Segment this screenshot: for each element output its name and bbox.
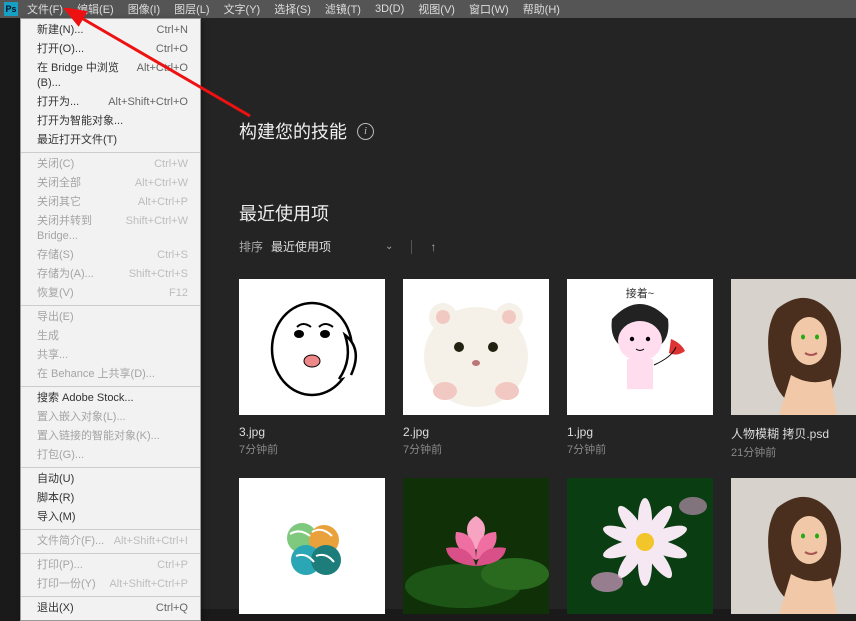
thumbnail bbox=[239, 279, 385, 415]
menu-item[interactable]: 在 Bridge 中浏览(B)...Alt+Ctrl+O bbox=[21, 59, 200, 93]
menu-view[interactable]: 视图(V) bbox=[413, 1, 460, 17]
file-name: 3.jpg bbox=[239, 425, 385, 439]
menu-item[interactable]: 导入(M) bbox=[21, 508, 200, 527]
menu-item: 关闭全部Alt+Ctrl+W bbox=[21, 174, 200, 193]
menu-item[interactable]: 搜索 Adobe Stock... bbox=[21, 389, 200, 408]
menu-item: 打印一份(Y)Alt+Shift+Ctrl+P bbox=[21, 575, 200, 594]
thumbnail bbox=[403, 478, 549, 614]
file-time: 7分钟前 bbox=[567, 441, 713, 457]
file-time: 21分钟前 bbox=[731, 444, 856, 460]
menu-item: 生成 bbox=[21, 327, 200, 346]
menu-item: 关闭(C)Ctrl+W bbox=[21, 155, 200, 174]
recent-card[interactable] bbox=[403, 478, 549, 614]
menu-item: 存储(S)Ctrl+S bbox=[21, 246, 200, 265]
file-name: 1.jpg bbox=[567, 425, 713, 439]
menu-item: 共享... bbox=[21, 346, 200, 365]
thumbnail: 接着~ bbox=[567, 279, 713, 415]
divider bbox=[411, 240, 412, 254]
thumbnail bbox=[731, 279, 856, 415]
thumbnail bbox=[731, 478, 856, 614]
menu-item: 关闭并转到 Bridge...Shift+Ctrl+W bbox=[21, 212, 200, 246]
skill-title: 构建您的技能 bbox=[239, 118, 347, 144]
sort-label: 排序 bbox=[239, 238, 263, 255]
menu-item: 打包(G)... bbox=[21, 446, 200, 465]
file-name: 2.jpg bbox=[403, 425, 549, 439]
menu-item: 关闭其它Alt+Ctrl+P bbox=[21, 193, 200, 212]
menu-item: 恢复(V)F12 bbox=[21, 284, 200, 303]
menu-3d[interactable]: 3D(D) bbox=[370, 3, 409, 15]
menu-item[interactable]: 自动(U) bbox=[21, 470, 200, 489]
menu-item: 导出(E) bbox=[21, 308, 200, 327]
menu-file[interactable]: 文件(F) bbox=[22, 1, 68, 17]
menu-item: 打印(P)...Ctrl+P bbox=[21, 556, 200, 575]
menu-item: 在 Behance 上共享(D)... bbox=[21, 365, 200, 384]
menu-select[interactable]: 选择(S) bbox=[269, 1, 316, 17]
menu-filter[interactable]: 滤镜(T) bbox=[320, 1, 366, 17]
menu-image[interactable]: 图像(I) bbox=[123, 1, 165, 17]
recent-card[interactable]: 2.jpg 7分钟前 bbox=[403, 279, 549, 460]
sort-select[interactable]: 最近使用项 ⌄ bbox=[271, 238, 393, 255]
sort-direction-icon[interactable]: ↑ bbox=[430, 240, 436, 254]
menu-window[interactable]: 窗口(W) bbox=[464, 1, 514, 17]
menu-item[interactable]: 打开为...Alt+Shift+Ctrl+O bbox=[21, 93, 200, 112]
file-time: 7分钟前 bbox=[403, 441, 549, 457]
recent-grid: 3.jpg 7分钟前 2.jpg 7分钟前 接着~ 1.jpg 7分钟前 人物模糊 拷贝.ps… bbox=[239, 279, 856, 614]
recent-card[interactable] bbox=[731, 478, 856, 614]
recent-card[interactable] bbox=[239, 478, 385, 614]
recent-card[interactable]: 3.jpg 7分钟前 bbox=[239, 279, 385, 460]
sort-row: 排序 最近使用项 ⌄ ↑ bbox=[239, 238, 856, 255]
menu-item[interactable]: 最近打开文件(T) bbox=[21, 131, 200, 150]
menubar: Ps 文件(F) 编辑(E) 图像(I) 图层(L) 文字(Y) 选择(S) 滤… bbox=[0, 0, 856, 18]
menu-layer[interactable]: 图层(L) bbox=[169, 1, 214, 17]
recent-card[interactable]: 接着~ 1.jpg 7分钟前 bbox=[567, 279, 713, 460]
app-icon: Ps bbox=[4, 2, 18, 16]
thumbnail bbox=[403, 279, 549, 415]
menu-item[interactable]: 新建(N)...Ctrl+N bbox=[21, 21, 200, 40]
menu-item[interactable]: 打开(O)...Ctrl+O bbox=[21, 40, 200, 59]
menu-type[interactable]: 文字(Y) bbox=[219, 1, 266, 17]
recent-title: 最近使用项 bbox=[239, 200, 856, 226]
menu-item: 文件简介(F)...Alt+Shift+Ctrl+I bbox=[21, 532, 200, 551]
menu-item[interactable]: 脚本(R) bbox=[21, 489, 200, 508]
file-time: 7分钟前 bbox=[239, 441, 385, 457]
menu-item[interactable]: 打开为智能对象... bbox=[21, 112, 200, 131]
menu-edit[interactable]: 编辑(E) bbox=[72, 1, 119, 17]
menu-item: 置入链接的智能对象(K)... bbox=[21, 427, 200, 446]
thumbnail bbox=[239, 478, 385, 614]
file-name: 人物模糊 拷贝.psd bbox=[731, 425, 856, 442]
recent-card[interactable]: 人物模糊 拷贝.psd 21分钟前 bbox=[731, 279, 856, 460]
svg-text:接着~: 接着~ bbox=[626, 286, 654, 300]
file-dropdown: 新建(N)...Ctrl+N打开(O)...Ctrl+O在 Bridge 中浏览… bbox=[20, 18, 201, 621]
menu-item: 存储为(A)...Shift+Ctrl+S bbox=[21, 265, 200, 284]
info-icon[interactable]: i bbox=[357, 123, 374, 140]
recent-card[interactable] bbox=[567, 478, 713, 614]
thumbnail bbox=[567, 478, 713, 614]
menu-item: 置入嵌入对象(L)... bbox=[21, 408, 200, 427]
home-content: 构建您的技能 i 最近使用项 排序 最近使用项 ⌄ ↑ 3.jpg7分钟前2.j… bbox=[201, 18, 856, 609]
menu-help[interactable]: 帮助(H) bbox=[518, 1, 565, 17]
chevron-down-icon: ⌄ bbox=[385, 241, 393, 252]
